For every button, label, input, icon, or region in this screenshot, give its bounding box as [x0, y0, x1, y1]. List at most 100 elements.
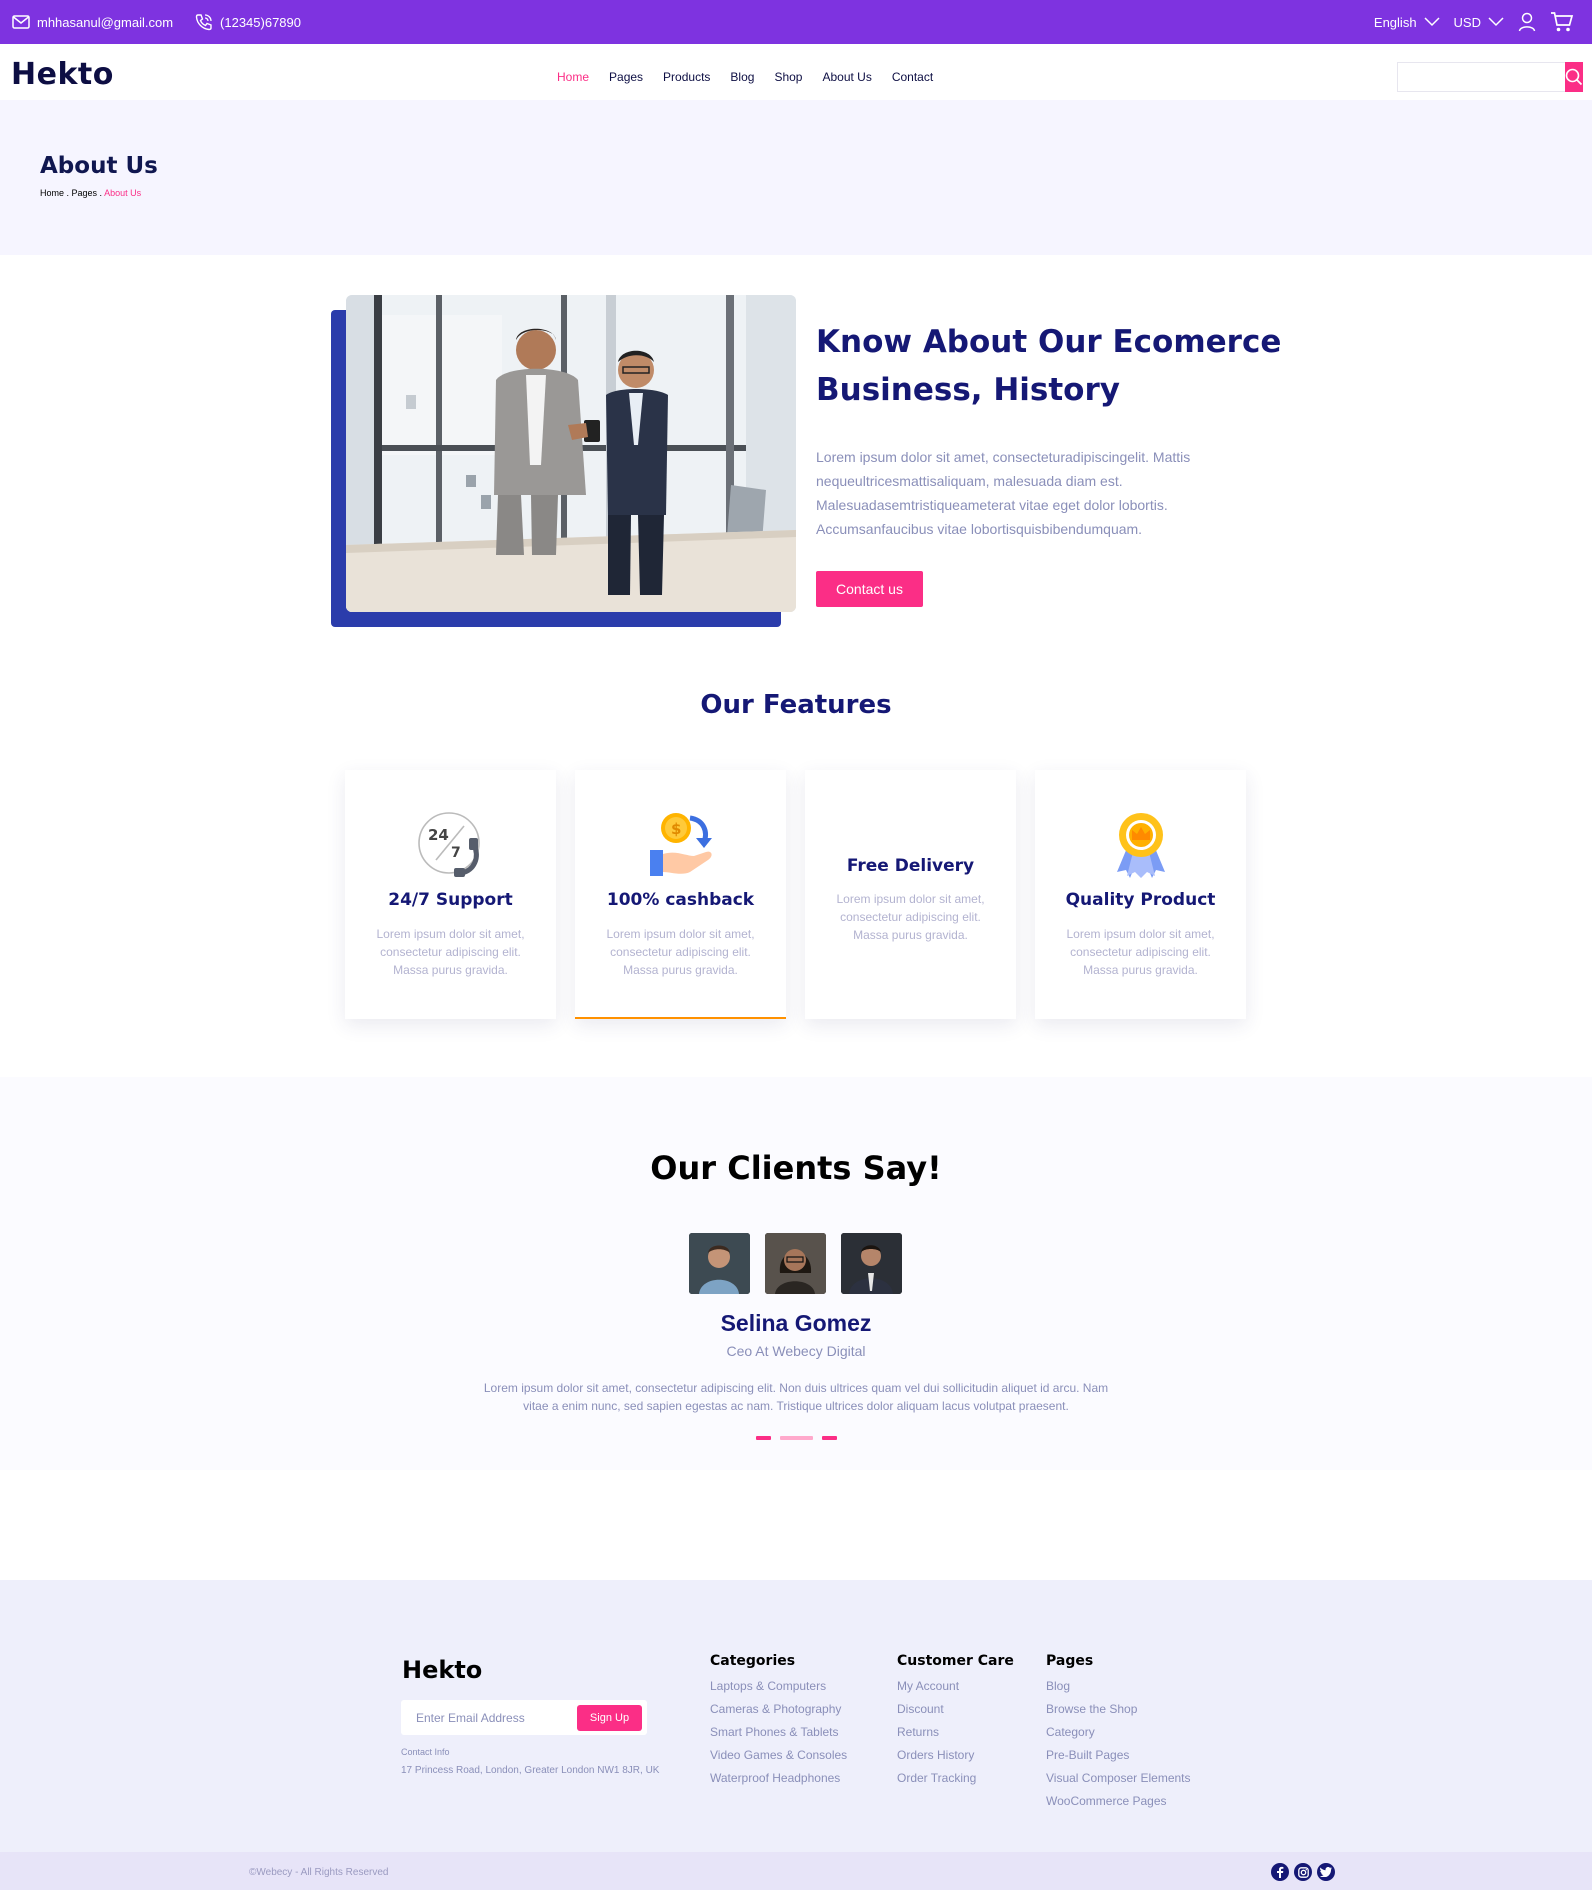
search-icon [1565, 68, 1583, 86]
twitter-icon[interactable] [1317, 1863, 1335, 1881]
support-24-7-icon: 24 7 [417, 812, 480, 877]
svg-text:24: 24 [428, 826, 449, 844]
social-links [1271, 1863, 1335, 1881]
email-contact[interactable]: mhhasanul@gmail.com [12, 15, 173, 30]
user-icon[interactable] [1518, 12, 1536, 32]
footer-link[interactable]: Waterproof Headphones [710, 1767, 847, 1790]
facebook-icon[interactable] [1271, 1863, 1289, 1881]
svg-text:7: 7 [451, 845, 461, 861]
footer-address: 17 Princess Road, London, Greater London… [401, 1765, 660, 1776]
footer-link[interactable]: Video Games & Consoles [710, 1744, 847, 1767]
carousel-dots [756, 1436, 837, 1440]
currency-select[interactable]: USD [1454, 15, 1504, 30]
footer-column-title: Customer Care [897, 1653, 1014, 1669]
page-header: About Us Home . Pages . About Us [0, 100, 1592, 255]
footer-bottom-bar: ©Webecy - All Rights Reserved [0, 1852, 1592, 1890]
about-heading-line1: Know About Our Ecomerce [816, 324, 1282, 360]
avatar[interactable] [765, 1233, 826, 1294]
chevron-down-icon [1488, 17, 1504, 27]
footer-link[interactable]: Blog [1046, 1675, 1191, 1698]
language-select[interactable]: English [1374, 15, 1440, 30]
footer-link[interactable]: Cameras & Photography [710, 1698, 847, 1721]
nav-blog[interactable]: Blog [730, 70, 754, 84]
breadcrumb: Home . Pages . About Us [40, 188, 141, 198]
signup-button[interactable]: Sign Up [577, 1705, 642, 1731]
footer-link[interactable]: Smart Phones & Tablets [710, 1721, 847, 1744]
main-navigation: Hekto Home Pages Products Blog Shop Abou… [0, 44, 1592, 100]
footer-link[interactable]: Returns [897, 1721, 1014, 1744]
nav-shop[interactable]: Shop [774, 70, 802, 84]
phone-text: (12345)67890 [220, 14, 301, 30]
footer-column-title: Pages [1046, 1653, 1094, 1669]
footer-link[interactable]: Browse the Shop [1046, 1698, 1191, 1721]
testimonials-section: Our Clients Say! Selina Gomez Ceo At Web… [0, 1077, 1592, 1470]
svg-text:$: $ [671, 820, 681, 838]
footer-link[interactable]: Pre-Built Pages [1046, 1744, 1191, 1767]
search-box [1397, 62, 1583, 92]
footer-column-pages: Pages Blog Browse the Shop Category Pre-… [1046, 1653, 1191, 1813]
feature-card-quality[interactable]: Quality Product Lorem ipsum dolor sit am… [1035, 770, 1246, 1019]
site-logo[interactable]: Hekto [11, 57, 114, 92]
features-list: 24 7 24/7 Support Lorem ipsum dolor sit … [345, 770, 1246, 1019]
client-name: Selina Gomez [720, 1310, 872, 1336]
mail-icon [12, 15, 30, 29]
footer-link[interactable]: My Account [897, 1675, 1014, 1698]
footer-link[interactable]: Orders History [897, 1744, 1014, 1767]
nav-products[interactable]: Products [663, 70, 710, 84]
feature-text: Lorem ipsum dolor sit amet, consectetur … [1066, 927, 1215, 977]
feature-title: Quality Product [1065, 890, 1216, 910]
about-description: Lorem ipsum dolor sit amet, consectetura… [816, 449, 1191, 537]
search-input[interactable] [1398, 63, 1565, 91]
client-role: Ceo At Webecy Digital [726, 1343, 866, 1359]
nav-menu: Home Pages Products Blog Shop About Us C… [557, 70, 933, 84]
footer-link[interactable]: Visual Composer Elements [1046, 1767, 1191, 1790]
feature-title: 100% cashback [606, 890, 755, 910]
nav-home[interactable]: Home [557, 70, 589, 84]
nav-pages[interactable]: Pages [609, 70, 643, 84]
award-medal-icon [1116, 813, 1165, 878]
avatar[interactable] [841, 1233, 902, 1294]
feature-text: Lorem ipsum dolor sit amet, consectetur … [836, 892, 985, 942]
client-avatars [689, 1233, 902, 1294]
cart-icon[interactable] [1550, 11, 1574, 33]
contact-info-label: Contact Info [401, 1747, 450, 1757]
nav-about-us[interactable]: About Us [822, 70, 871, 84]
footer-column-title: Categories [710, 1653, 796, 1669]
feature-text: Lorem ipsum dolor sit amet, consectetur … [606, 927, 755, 977]
phone-contact[interactable]: (12345)67890 [195, 13, 301, 31]
currency-label: USD [1453, 14, 1481, 30]
footer-link[interactable]: Order Tracking [897, 1767, 1014, 1790]
newsletter-form: Enter Email Address Sign Up [401, 1700, 647, 1735]
feature-title: Free Delivery [846, 856, 975, 876]
business-meeting-photo [346, 295, 796, 612]
feature-card-cashback[interactable]: $ 100% cashback Lorem ipsum dolor sit am… [575, 770, 786, 1019]
footer-link[interactable]: Laptops & Computers [710, 1675, 847, 1698]
search-button[interactable] [1565, 62, 1583, 92]
feature-card-free-delivery[interactable]: Free Delivery Lorem ipsum dolor sit amet… [805, 770, 1016, 1019]
breadcrumb-home[interactable]: Home . [40, 188, 69, 198]
footer: Hekto Enter Email Address Sign Up Contac… [0, 1580, 1592, 1852]
footer-link[interactable]: WooCommerce Pages [1046, 1790, 1191, 1813]
avatar[interactable] [689, 1233, 750, 1294]
breadcrumb-current: About Us [104, 188, 142, 198]
newsletter-email-input[interactable]: Enter Email Address [416, 1711, 525, 1725]
carousel-dot-active[interactable] [780, 1436, 813, 1440]
feature-card-support[interactable]: 24 7 24/7 Support Lorem ipsum dolor sit … [345, 770, 556, 1019]
contact-us-button[interactable]: Contact us [816, 571, 923, 607]
chevron-down-icon [1424, 17, 1440, 27]
footer-logo[interactable]: Hekto [402, 1656, 482, 1684]
phone-icon [195, 14, 212, 31]
client-quote: Lorem ipsum dolor sit amet, consectetur … [483, 1381, 1109, 1413]
footer-link[interactable]: Category [1046, 1721, 1191, 1744]
language-label: English [1373, 14, 1417, 30]
cashback-icon: $ [649, 813, 712, 876]
carousel-dot[interactable] [822, 1436, 837, 1440]
carousel-dot[interactable] [756, 1436, 771, 1440]
instagram-icon[interactable] [1294, 1863, 1312, 1881]
footer-link[interactable]: Discount [897, 1698, 1014, 1721]
nav-contact[interactable]: Contact [892, 70, 933, 84]
feature-text: Lorem ipsum dolor sit amet, consectetur … [376, 927, 525, 977]
about-heading: Know About Our Ecomerce Business, History [816, 318, 1286, 414]
email-text: mhhasanul@gmail.com [37, 14, 174, 30]
breadcrumb-pages[interactable]: Pages . [72, 188, 103, 198]
